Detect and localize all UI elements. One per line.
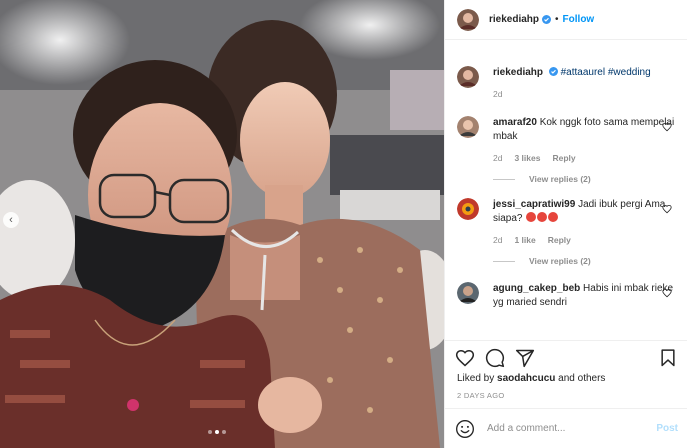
reply-button[interactable]: Reply (552, 151, 575, 165)
emoji-smiley-icon[interactable] (455, 419, 475, 439)
share-icon[interactable] (515, 348, 535, 368)
caption: riekediahp #attaaurel #wedding 2d (445, 66, 687, 101)
verified-badge-icon (542, 15, 552, 24)
post-comment-button[interactable]: Post (656, 423, 678, 434)
add-comment-bar: Post (445, 408, 687, 448)
comment-age: 2d (493, 153, 503, 163)
comment-input[interactable] (487, 423, 657, 434)
photo-illustration (0, 0, 444, 448)
likes-suffix[interactable]: and others (558, 373, 605, 384)
comment-username[interactable]: agung_cakep_beb (493, 283, 580, 294)
heart-eyes-emoji-icon (526, 212, 537, 222)
replies-line (493, 260, 515, 262)
commenter-avatar[interactable] (457, 282, 479, 304)
comment-item: jessi_capratiwi99 Jadi ibuk pergi Ama si… (445, 198, 687, 247)
liked-by-user[interactable]: saodahcucu (497, 373, 555, 384)
view-replies-label: View replies (2) (529, 174, 591, 184)
author-avatar[interactable] (457, 8, 479, 31)
follow-button[interactable]: Follow (563, 14, 595, 25)
heart-eyes-emoji-icon (537, 212, 548, 222)
post-date[interactable]: 2 DAYS AGO (455, 391, 678, 400)
view-replies-button[interactable]: View replies (2) (493, 174, 687, 184)
comment-username[interactable]: amaraf20 (493, 117, 537, 128)
like-comment-heart-icon[interactable] (662, 122, 672, 132)
caption-age: 2d (493, 89, 503, 99)
likes-summary: Liked by saodahcucu and others (455, 373, 678, 384)
caption-username[interactable]: riekediahp (493, 67, 543, 78)
like-comment-heart-icon[interactable] (662, 204, 672, 214)
heart-eyes-emoji-icon (548, 212, 559, 222)
carousel-dot (222, 430, 226, 434)
commenter-avatar[interactable] (457, 198, 479, 220)
likes-prefix: Liked by (457, 373, 495, 384)
separator-dot: • (555, 14, 559, 25)
comment-username[interactable]: jessi_capratiwi99 (493, 199, 575, 210)
post-header: riekediahp • Follow (445, 0, 687, 40)
comment-likes[interactable]: 3 likes (514, 151, 540, 165)
carousel-dot (208, 430, 212, 434)
save-bookmark-icon[interactable] (658, 348, 678, 368)
comments-list: riekediahp #attaaurel #wedding 2d amaraf… (445, 55, 687, 340)
comment-likes[interactable]: 1 like (514, 233, 535, 247)
replies-line (493, 178, 515, 180)
comment-item: agung_cakep_beb Habis ini mbak rieke yg … (445, 282, 687, 310)
view-replies-label: View replies (2) (529, 256, 591, 266)
reply-button[interactable]: Reply (548, 233, 571, 247)
comment-icon[interactable] (485, 348, 505, 368)
carousel-dots (208, 430, 226, 434)
like-comment-heart-icon[interactable] (662, 288, 672, 298)
post-side-panel: riekediahp • Follow riekediahp #attaaure… (444, 0, 687, 448)
carousel-dot-active (215, 430, 219, 434)
author-username[interactable]: riekediahp (489, 14, 539, 25)
post-actions: Liked by saodahcucu and others 2 DAYS AG… (445, 340, 687, 400)
author-avatar[interactable] (457, 66, 479, 88)
verified-badge-icon (548, 67, 558, 76)
comment-item: amaraf20 Kok nggk foto sama mempelai mba… (445, 116, 687, 165)
post-photo: ‹ (0, 0, 444, 448)
previous-photo-button[interactable]: ‹ (3, 212, 19, 228)
commenter-avatar[interactable] (457, 116, 479, 138)
caption-hashtags[interactable]: #attaaurel #wedding (561, 67, 651, 78)
view-replies-button[interactable]: View replies (2) (493, 256, 687, 266)
comment-age: 2d (493, 235, 503, 245)
like-heart-icon[interactable] (455, 348, 475, 368)
